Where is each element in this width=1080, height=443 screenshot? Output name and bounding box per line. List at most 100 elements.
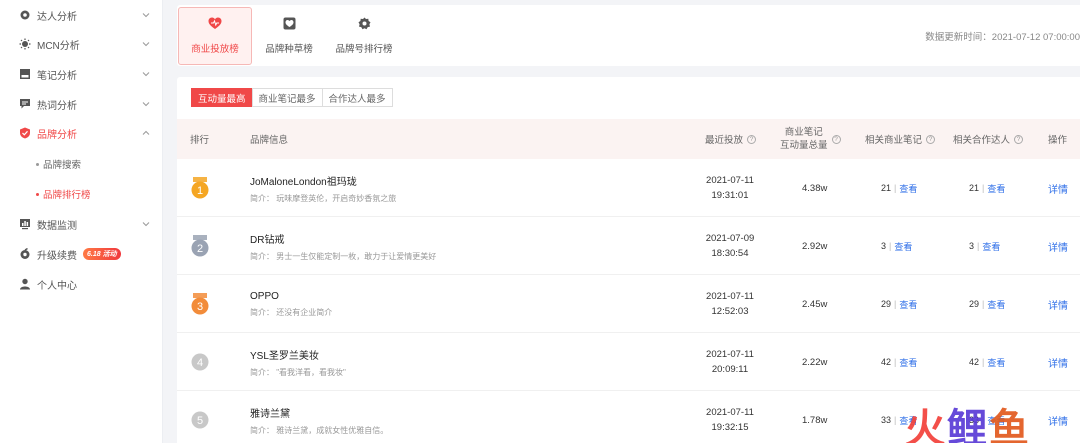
ops-cell: 详情	[1048, 275, 1068, 333]
medal-icon: 1	[190, 177, 210, 199]
help-icon[interactable]: ?	[1014, 134, 1024, 144]
notes-count: 33	[881, 415, 892, 425]
tab-brand-account-ranking[interactable]: 品牌号排行榜	[327, 7, 401, 65]
rank-cell: 5	[190, 391, 210, 443]
recent-post-cell: 2021-07-09 18:30:54	[705, 217, 755, 275]
sidebar-item-upgrade-renew[interactable]: 升级续费 6.18 活动	[0, 239, 163, 269]
watermark-char: 火	[905, 407, 947, 443]
sidebar-item-brand-analysis[interactable]: 品牌分析	[0, 118, 163, 148]
chevron-down-icon	[142, 219, 150, 230]
view-creators-link[interactable]: 查看	[987, 356, 1005, 369]
tab-commercial-ranking[interactable]: 商业投放榜	[178, 7, 252, 65]
creators-cell: 21 | 查看	[969, 159, 1005, 217]
monitor-icon	[17, 218, 33, 230]
bullet-dot	[36, 192, 39, 196]
tab-label: 品牌种草榜	[265, 44, 313, 55]
sidebar-item-mcn-analysis[interactable]: MCN分析	[0, 29, 163, 59]
creators-count: 42	[969, 357, 980, 367]
column-header-brand: 品牌信息	[250, 135, 289, 146]
chevron-down-icon	[142, 39, 150, 50]
filter-most-creators[interactable]: 合作达人最多	[321, 88, 393, 107]
column-header-recent[interactable]: 最近投放?	[705, 119, 757, 159]
heart-icon	[208, 17, 222, 33]
help-icon[interactable]: ?	[747, 134, 757, 144]
rank-cell: 3	[190, 275, 210, 333]
sidebar-item-note-analysis[interactable]: 笔记分析	[0, 59, 163, 89]
engagement-cell: 4.38w	[802, 159, 827, 217]
recent-post-cell: 2021-07-11 19:32:15	[705, 391, 755, 443]
recent-post-date: 2021-07-11	[706, 175, 754, 186]
chevron-up-icon	[142, 128, 150, 139]
filter-most-commercial-notes[interactable]: 商业笔记最多	[251, 88, 323, 107]
tab-brand-seeding-ranking[interactable]: 品牌种草榜	[252, 7, 326, 65]
creators-count: 29	[969, 299, 980, 309]
table-row: 2 DR钻戒 简介： 男士一生仅能定制一枚，敢力于让爱情更美好 2021-07-…	[177, 217, 1080, 275]
divider: |	[982, 183, 985, 193]
detail-link[interactable]: 详情	[1048, 297, 1068, 312]
ops-cell: 详情	[1048, 159, 1068, 217]
divider: |	[982, 299, 985, 309]
recent-post-cell: 2021-07-11 19:31:01	[705, 159, 755, 217]
brand-info-cell: YSL圣罗兰美妆 简介： "看我洋看，看我妆"	[250, 333, 346, 391]
engagement-total: 1.78w	[802, 414, 828, 426]
table-row: 1 JoMaloneLondon祖玛珑 简介： 玩味摩登英伦，开启奇妙香氛之旅 …	[177, 159, 1080, 217]
sidebar-item-label: 笔记分析	[37, 70, 77, 82]
view-notes-link[interactable]: 查看	[899, 356, 917, 369]
column-header-rank: 排行	[190, 135, 210, 146]
cog-icon	[358, 17, 371, 33]
recent-post-date: 2021-07-11	[706, 349, 754, 360]
brand-info-cell: DR钻戒 简介： 男士一生仅能定制一枚，敢力于让爱情更美好	[250, 217, 436, 275]
detail-link[interactable]: 详情	[1048, 239, 1068, 254]
brand-name[interactable]: OPPO	[250, 291, 279, 302]
filter-most-engagement[interactable]: 互动量最高	[191, 88, 253, 107]
detail-link[interactable]: 详情	[1048, 181, 1068, 196]
detail-link[interactable]: 详情	[1048, 413, 1068, 428]
column-header-notes[interactable]: 相关商业笔记?	[865, 119, 936, 159]
recent-post-time: 20:09:11	[711, 364, 749, 375]
column-header-creators[interactable]: 相关合作达人?	[953, 119, 1024, 159]
sidebar-subitem-label: 品牌排行榜	[43, 190, 91, 201]
sidebar-item-label: 个人中心	[37, 280, 77, 292]
promo-badge-suffix: 活动	[102, 251, 117, 258]
rank-cell: 1	[190, 159, 210, 217]
recent-post-time: 12:52:03	[711, 306, 749, 317]
recent-post-cell: 2021-07-11 20:09:11	[705, 333, 755, 391]
rank-number: 2	[197, 243, 203, 255]
detail-link[interactable]: 详情	[1048, 355, 1068, 370]
bullet-dot	[36, 162, 39, 166]
sidebar-subitem-brand-ranking[interactable]: 品牌排行榜	[36, 184, 91, 204]
recent-post-time: 18:30:54	[711, 248, 749, 259]
engagement-total: 2.45w	[802, 298, 828, 310]
sidebar-subitem-brand-search[interactable]: 品牌搜索	[36, 154, 81, 174]
brand-name[interactable]: YSL圣罗兰美妆	[250, 347, 319, 362]
divider: |	[894, 415, 897, 425]
sidebar-item-creator-analysis[interactable]: 达人分析	[0, 0, 163, 30]
help-icon[interactable]: ?	[831, 134, 841, 144]
view-notes-link[interactable]: 查看	[894, 240, 912, 253]
brand-name[interactable]: 雅诗兰黛	[250, 405, 290, 420]
engagement-cell: 1.78w	[802, 391, 827, 443]
brand-info-cell: 雅诗兰黛 简介： 雅诗兰黛，成就女性优雅自信。	[250, 391, 388, 443]
brand-name[interactable]: JoMaloneLondon祖玛珑	[250, 173, 357, 188]
sort-filter-group: 互动量最高 商业笔记最多 合作达人最多	[191, 88, 393, 107]
view-notes-link[interactable]: 查看	[899, 298, 917, 311]
sidebar: 达人分析 MCN分析 笔记分析 热词分析 品牌分析 品牌搜索 品牌排行榜 数据监…	[0, 0, 163, 443]
view-notes-link[interactable]: 查看	[899, 182, 917, 195]
view-creators-link[interactable]: 查看	[982, 240, 1000, 253]
creators-cell: 3 | 查看	[969, 217, 1000, 275]
column-header-ops: 操作	[1048, 135, 1068, 146]
creators-count: 21	[969, 183, 980, 193]
sidebar-item-personal-center[interactable]: 个人中心	[0, 269, 163, 299]
view-creators-link[interactable]: 查看	[987, 182, 1005, 195]
brand-name[interactable]: DR钻戒	[250, 231, 284, 246]
notes-count: 21	[881, 183, 892, 193]
column-header-engagement[interactable]: 商业笔记 互动量总量 ?	[780, 119, 841, 159]
help-icon[interactable]: ?	[926, 134, 936, 144]
table-row: 4 YSL圣罗兰美妆 简介： "看我洋看，看我妆" 2021-07-11 20:…	[177, 333, 1080, 391]
sidebar-item-data-monitor[interactable]: 数据监测	[0, 209, 163, 239]
sun-icon	[17, 38, 33, 50]
view-creators-link[interactable]: 查看	[987, 298, 1005, 311]
sidebar-item-hotword-analysis[interactable]: 热词分析	[0, 89, 163, 119]
recent-post-time: 19:31:01	[711, 190, 749, 201]
rank-number: 4	[197, 357, 203, 369]
